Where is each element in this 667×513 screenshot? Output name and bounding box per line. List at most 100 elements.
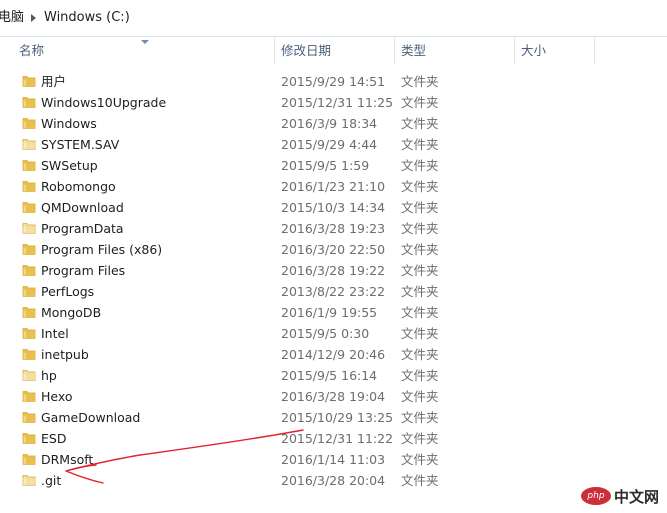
file-type: 文件夹	[401, 137, 439, 152]
column-divider[interactable]	[394, 37, 395, 65]
file-name: Windows	[41, 116, 97, 131]
file-name: DRMsoft	[41, 452, 94, 467]
php-logo-icon: php	[580, 487, 611, 505]
file-modified-date: 2013/8/22 23:22	[281, 284, 386, 299]
file-modified-date: 2016/3/28 19:23	[281, 221, 386, 236]
file-type: 文件夹	[401, 452, 439, 467]
file-row[interactable]: Robomongo 2016/1/23 21:10 文件夹	[0, 176, 667, 197]
file-modified-date: 2015/9/29 4:44	[281, 137, 378, 152]
folder-icon	[22, 139, 36, 150]
file-row[interactable]: GameDownload 2015/10/29 13:25 文件夹	[0, 407, 667, 428]
folder-icon	[22, 391, 36, 402]
folder-icon	[22, 412, 36, 423]
file-type: 文件夹	[401, 368, 439, 383]
column-header-modified[interactable]: 修改日期	[281, 37, 331, 65]
file-type: 文件夹	[401, 347, 439, 362]
file-row[interactable]: inetpub 2014/12/9 20:46 文件夹	[0, 344, 667, 365]
file-modified-date: 2016/1/9 19:55	[281, 305, 378, 320]
file-type: 文件夹	[401, 221, 439, 236]
file-type: 文件夹	[401, 200, 439, 215]
file-type: 文件夹	[401, 431, 439, 446]
file-modified-date: 2015/10/29 13:25	[281, 410, 394, 425]
folder-icon	[22, 76, 36, 87]
folder-icon	[22, 160, 36, 171]
folder-icon	[22, 307, 36, 318]
file-modified-date: 2016/3/28 20:04	[281, 473, 386, 488]
file-row[interactable]: Intel 2015/9/5 0:30 文件夹	[0, 323, 667, 344]
file-name: inetpub	[41, 347, 89, 362]
folder-icon	[22, 265, 36, 276]
file-name: SYSTEM.SAV	[41, 137, 120, 152]
file-row[interactable]: ESD 2015/12/31 11:22 文件夹	[0, 428, 667, 449]
address-bar[interactable]: 电脑 Windows (C:)	[0, 0, 667, 37]
file-row[interactable]: MongoDB 2016/1/9 19:55 文件夹	[0, 302, 667, 323]
file-name: ProgramData	[41, 221, 124, 236]
file-name: 用户	[41, 74, 67, 89]
folder-icon	[22, 202, 36, 213]
file-modified-date: 2015/12/31 11:22	[281, 431, 394, 446]
file-type: 文件夹	[401, 95, 439, 110]
file-row[interactable]: SWSetup 2015/9/5 1:59 文件夹	[0, 155, 667, 176]
folder-icon	[22, 181, 36, 192]
column-header-name[interactable]: 名称	[19, 37, 44, 65]
file-name: SWSetup	[41, 158, 98, 173]
file-name: QMDownload	[41, 200, 124, 215]
file-row[interactable]: PerfLogs 2013/8/22 23:22 文件夹	[0, 281, 667, 302]
folder-icon	[22, 475, 36, 486]
file-name: Program Files	[41, 263, 126, 278]
file-row[interactable]: Windows 2016/3/9 18:34 文件夹	[0, 113, 667, 134]
file-name: Hexo	[41, 389, 73, 404]
file-modified-date: 2016/1/23 21:10	[281, 179, 386, 194]
sort-ascending-icon	[141, 40, 149, 44]
file-row[interactable]: Hexo 2016/3/28 19:04 文件夹	[0, 386, 667, 407]
file-row[interactable]: Program Files (x86) 2016/3/20 22:50 文件夹	[0, 239, 667, 260]
file-row[interactable]: Windows10Upgrade 2015/12/31 11:25 文件夹	[0, 92, 667, 113]
file-type: 文件夹	[401, 389, 439, 404]
breadcrumb-item-drive-c[interactable]: Windows (C:)	[44, 9, 130, 27]
file-row[interactable]: hp 2015/9/5 16:14 文件夹	[0, 365, 667, 386]
column-header-size[interactable]: 大小	[521, 37, 546, 65]
file-type: 文件夹	[401, 74, 439, 89]
file-type: 文件夹	[401, 263, 439, 278]
file-row[interactable]: 用户 2015/9/29 14:51 文件夹	[0, 71, 667, 92]
column-divider[interactable]	[594, 37, 595, 65]
file-name: Windows10Upgrade	[41, 95, 167, 110]
column-header-type[interactable]: 类型	[401, 37, 426, 65]
file-type: 文件夹	[401, 284, 439, 299]
file-modified-date: 2016/3/28 19:04	[281, 389, 386, 404]
file-type: 文件夹	[401, 179, 439, 194]
php-cn-watermark: php 中文网	[580, 485, 659, 507]
file-explorer-window: 电脑 Windows (C:) 名称 修改日期 类型 大小 用户 2015/9/2…	[0, 0, 667, 513]
file-type: 文件夹	[401, 158, 439, 173]
file-type: 文件夹	[401, 116, 439, 131]
file-modified-date: 2015/9/5 16:14	[281, 368, 378, 383]
column-divider[interactable]	[274, 37, 275, 65]
file-modified-date: 2016/1/14 11:03	[281, 452, 386, 467]
file-modified-date: 2015/12/31 11:25	[281, 95, 394, 110]
file-type: 文件夹	[401, 326, 439, 341]
file-list: 用户 2015/9/29 14:51 文件夹 Windows10Upgrade 2015…	[0, 71, 667, 491]
file-row[interactable]: SYSTEM.SAV 2015/9/29 4:44 文件夹	[0, 134, 667, 155]
breadcrumb-item-this-pc[interactable]: 电脑	[0, 9, 24, 27]
file-modified-date: 2016/3/28 19:22	[281, 263, 386, 278]
file-name: Intel	[41, 326, 69, 341]
file-name: PerfLogs	[41, 284, 95, 299]
file-modified-date: 2015/10/3 14:34	[281, 200, 386, 215]
folder-icon	[22, 349, 36, 360]
file-row[interactable]: ProgramData 2016/3/28 19:23 文件夹	[0, 218, 667, 239]
watermark-text: 中文网	[613, 487, 659, 506]
breadcrumb-chevron-right-icon[interactable]	[31, 14, 36, 22]
folder-icon	[22, 328, 36, 339]
file-row[interactable]: DRMsoft 2016/1/14 11:03 文件夹	[0, 449, 667, 470]
file-name: Robomongo	[41, 179, 116, 194]
file-row[interactable]: QMDownload 2015/10/3 14:34 文件夹	[0, 197, 667, 218]
folder-icon	[22, 223, 36, 234]
folder-icon	[22, 370, 36, 381]
column-divider[interactable]	[514, 37, 515, 65]
file-type: 文件夹	[401, 473, 439, 488]
file-row[interactable]: Program Files 2016/3/28 19:22 文件夹	[0, 260, 667, 281]
file-modified-date: 2016/3/20 22:50	[281, 242, 386, 257]
file-modified-date: 2015/9/29 14:51	[281, 74, 386, 89]
file-row[interactable]: .git 2016/3/28 20:04 文件夹	[0, 470, 667, 491]
file-modified-date: 2014/12/9 20:46	[281, 347, 386, 362]
